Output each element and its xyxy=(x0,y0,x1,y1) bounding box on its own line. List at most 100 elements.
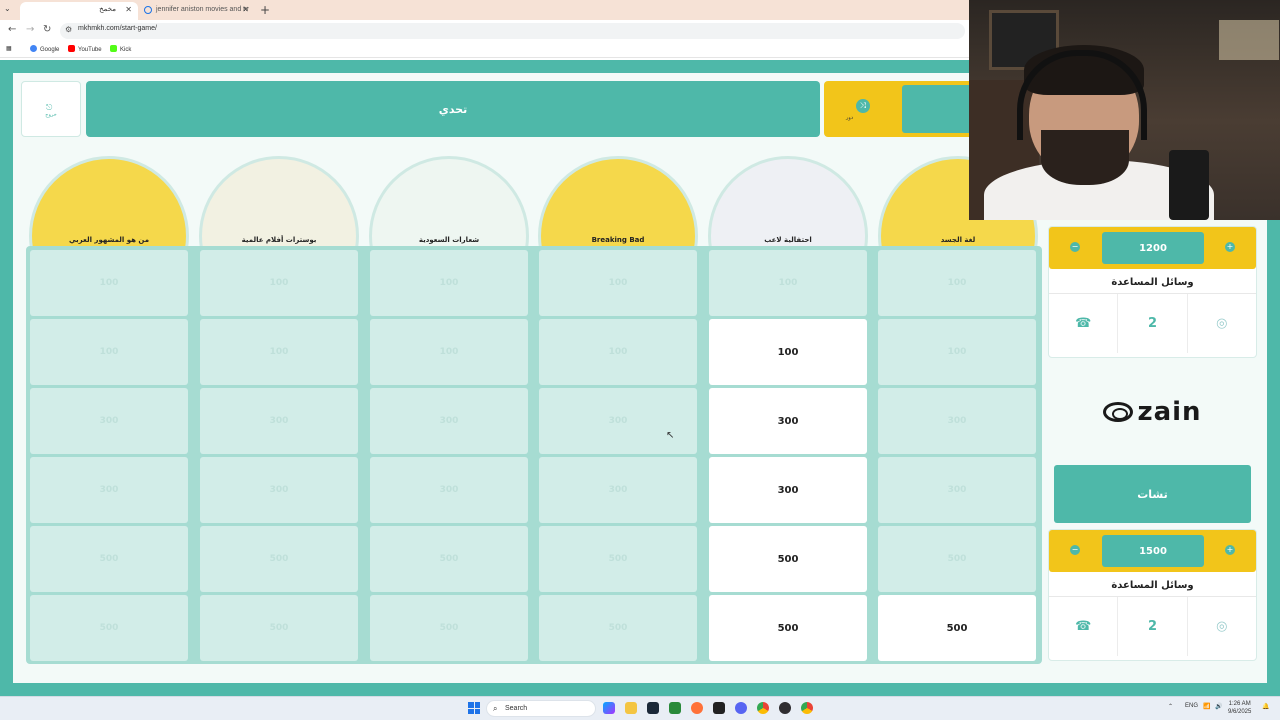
url-text: mkhmkh.com/start-game/ xyxy=(78,25,157,32)
mouse-cursor-icon: ↖ xyxy=(666,430,675,441)
discord-icon[interactable] xyxy=(735,702,747,714)
category-label: لغة الجسد xyxy=(940,236,976,244)
team-panel-2: − 1500 + وسائل المساعدة ☎ 2 ◎ xyxy=(1048,529,1257,661)
system-clock[interactable]: 1:26 AM 9/6/2025 xyxy=(1228,700,1251,716)
windows-taskbar: ⌕ Search ⌃ ENG 📶 🔊 1:26 AM 9/6/2025 🔔 xyxy=(0,696,1280,720)
question-cell[interactable]: 300 xyxy=(709,388,867,454)
question-cell[interactable]: 500 xyxy=(878,595,1036,661)
helps-row: ☎ 2 ◎ xyxy=(1049,293,1256,353)
category-label: Breaking Bad xyxy=(591,236,645,244)
increase-score-icon[interactable]: + xyxy=(1225,545,1235,555)
site-info-icon[interactable]: ⚙ xyxy=(65,25,72,34)
copilot-icon[interactable] xyxy=(603,702,615,714)
exit-button[interactable]: ⎋ خروج xyxy=(21,81,81,137)
bookmark-youtube[interactable]: YouTube xyxy=(68,45,102,53)
browser-tab-inactive[interactable]: jennifer aniston movies and tv ✕ xyxy=(140,2,255,20)
question-cell[interactable]: 100 xyxy=(709,319,867,385)
sponsor-logo: zain xyxy=(1060,392,1245,432)
helps-title: وسائل المساعدة xyxy=(1111,580,1194,591)
hole-button[interactable]: ◎ xyxy=(1186,294,1256,353)
question-cell: 300 xyxy=(539,457,697,523)
windows-start-icon[interactable] xyxy=(468,702,480,714)
back-icon[interactable]: ← xyxy=(8,24,16,35)
category-label: شعارات السعودية xyxy=(418,236,480,244)
network-icon[interactable]: 📶 xyxy=(1203,703,1210,710)
clock-time: 1:26 AM xyxy=(1228,701,1251,707)
double-points-icon: 2 xyxy=(1147,619,1158,634)
question-cell: 500 xyxy=(200,595,358,661)
background-light xyxy=(1219,20,1279,60)
firefox-icon[interactable] xyxy=(691,702,703,714)
question-cell: 500 xyxy=(30,595,188,661)
call-friend-button[interactable]: ☎ xyxy=(1049,294,1117,353)
question-cell: 300 xyxy=(878,457,1036,523)
question-cell[interactable]: 300 xyxy=(709,457,867,523)
decrease-score-icon[interactable]: − xyxy=(1070,545,1080,555)
question-cell: 100 xyxy=(878,250,1036,316)
language-indicator[interactable]: ENG xyxy=(1185,703,1198,709)
team-name-button[interactable]: تشات xyxy=(1054,465,1251,523)
call-friend-icon: ☎ xyxy=(1075,619,1092,634)
category-header: احتفالية لاعب xyxy=(708,156,868,248)
chrome-icon[interactable] xyxy=(757,702,769,714)
question-cell: 500 xyxy=(878,526,1036,592)
team-score: 1200 xyxy=(1102,232,1204,264)
close-tab-icon[interactable]: ✕ xyxy=(125,2,132,18)
steam-icon[interactable] xyxy=(647,702,659,714)
apps-icon[interactable]: ▦ xyxy=(6,45,12,52)
tab-title: مخمخ xyxy=(99,6,116,13)
forward-icon[interactable]: → xyxy=(26,24,34,35)
switch-turn-icon[interactable]: ⤨ xyxy=(856,99,870,113)
url-field[interactable]: ⚙ mkhmkh.com/start-game/ xyxy=(60,23,965,39)
browser-tab-active[interactable]: مخمخ ✕ xyxy=(20,2,138,20)
obs-icon[interactable] xyxy=(779,702,791,714)
reload-icon[interactable]: ↻ xyxy=(43,24,51,35)
question-cell: 500 xyxy=(539,595,697,661)
question-cell: 500 xyxy=(539,526,697,592)
chrome-icon[interactable] xyxy=(801,702,813,714)
question-cell: 300 xyxy=(200,457,358,523)
new-tab-icon[interactable]: + xyxy=(260,2,270,18)
hole-icon: ◎ xyxy=(1216,316,1228,331)
file-explorer-icon[interactable] xyxy=(625,702,637,714)
xbox-icon[interactable] xyxy=(669,702,681,714)
call-friend-button[interactable]: ☎ xyxy=(1049,597,1117,656)
hole-button[interactable]: ◎ xyxy=(1186,597,1256,656)
double-points-button[interactable]: 2 xyxy=(1117,294,1186,353)
search-icon: ⌕ xyxy=(493,704,498,713)
category-label: من هو المشهور العربي xyxy=(68,236,150,244)
google-favicon-icon xyxy=(144,6,152,14)
turn-indicator[interactable]: ⤨ دور xyxy=(824,81,970,137)
question-cell: 100 xyxy=(30,319,188,385)
call-friend-icon: ☎ xyxy=(1075,316,1092,331)
zain-logo-icon xyxy=(1103,402,1134,422)
crowd-art xyxy=(29,156,189,248)
notifications-icon[interactable]: 🔔 xyxy=(1262,703,1269,710)
tab-title: jennifer aniston movies and tv xyxy=(156,6,249,13)
bookmark-google[interactable]: Google xyxy=(30,45,59,53)
question-cell: 100 xyxy=(200,250,358,316)
tray-chevron-icon[interactable]: ⌃ xyxy=(1168,703,1173,710)
tab-search-icon[interactable]: ⌄ xyxy=(4,4,11,13)
webcam-overlay xyxy=(969,0,1280,220)
double-points-button[interactable]: 2 xyxy=(1117,597,1186,656)
current-turn-panel xyxy=(902,85,970,133)
question-cell[interactable]: 500 xyxy=(709,595,867,661)
question-cell: 300 xyxy=(30,388,188,454)
question-cell: 500 xyxy=(200,526,358,592)
question-cell: 100 xyxy=(539,250,697,316)
close-tab-icon[interactable]: ✕ xyxy=(242,2,249,18)
clapperboard-popcorn-art xyxy=(199,156,359,248)
increase-score-icon[interactable]: + xyxy=(1225,242,1235,252)
question-cell: 500 xyxy=(370,595,528,661)
decrease-score-icon[interactable]: − xyxy=(1070,242,1080,252)
question-cell: 100 xyxy=(878,319,1036,385)
volume-icon[interactable]: 🔊 xyxy=(1215,703,1222,710)
question-cell[interactable]: 500 xyxy=(709,526,867,592)
terminal-icon[interactable] xyxy=(713,702,725,714)
bookmark-kick[interactable]: Kick xyxy=(110,45,131,53)
question-cell: 300 xyxy=(370,457,528,523)
taskbar-search[interactable]: ⌕ Search xyxy=(486,700,596,717)
question-cell: 100 xyxy=(200,319,358,385)
search-placeholder: Search xyxy=(505,705,528,712)
